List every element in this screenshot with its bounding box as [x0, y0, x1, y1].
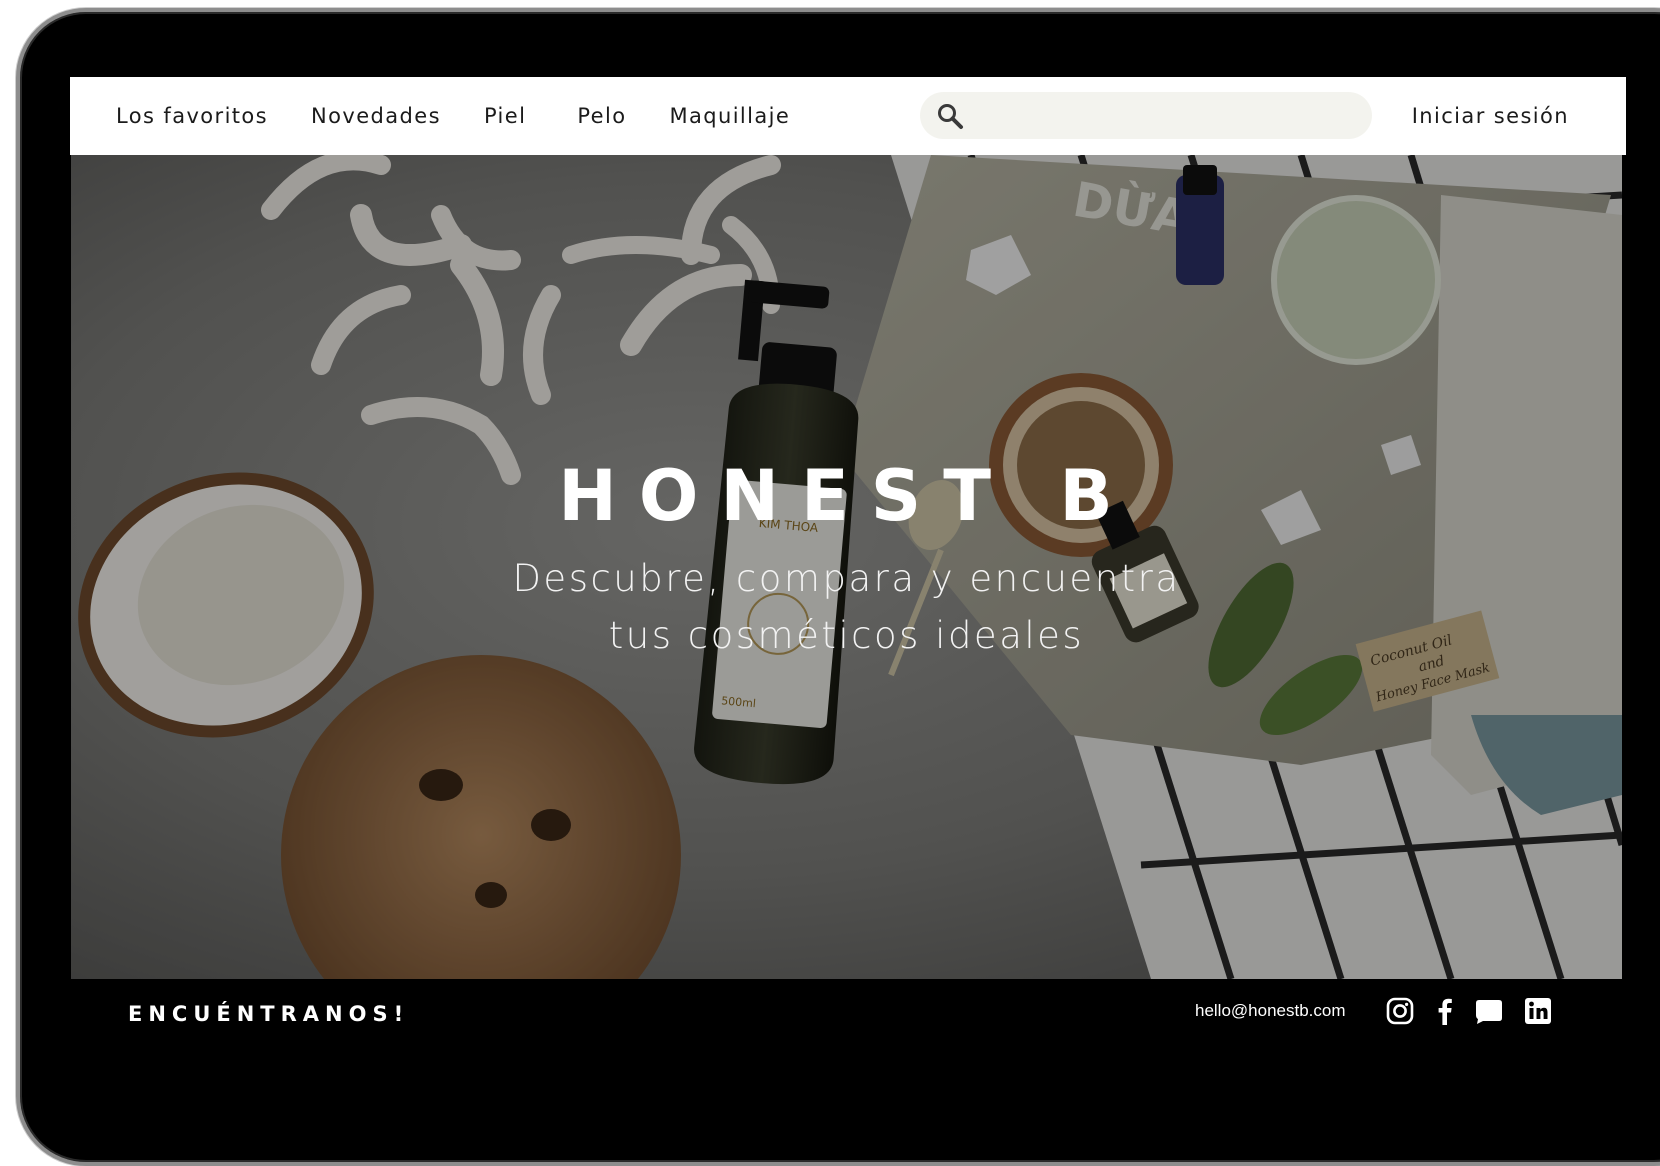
facebook-icon[interactable]	[1430, 996, 1460, 1026]
hero-subtitle-line-2: tus cosméticos ideales	[608, 614, 1085, 657]
nav-item-piel[interactable]: Piel	[484, 104, 526, 128]
hero-banner: DỪA Coconut Oil and Honey Face Mask KIM …	[71, 155, 1622, 979]
search-bar[interactable]	[920, 92, 1372, 141]
linkedin-icon[interactable]	[1523, 996, 1553, 1026]
hero-subtitle: Descubre, compara y encuentra tus cosmét…	[71, 550, 1622, 664]
login-link[interactable]: Iniciar sesión	[1412, 77, 1569, 155]
hero-title: HONEST B	[558, 455, 1135, 537]
nav-item-maquillaje[interactable]: Maquillaje	[669, 104, 790, 128]
contact-email[interactable]: hello@honestb.com	[1195, 1001, 1346, 1021]
find-us-link[interactable]: ENCUÉNTRANOS!	[128, 1002, 409, 1026]
message-icon[interactable]	[1474, 996, 1504, 1026]
nav-links: Los favoritos Novedades Piel Pelo Maquil…	[116, 77, 833, 155]
nav-item-favoritos[interactable]: Los favoritos	[116, 104, 268, 128]
search-input[interactable]	[976, 92, 1360, 141]
instagram-icon[interactable]	[1385, 996, 1415, 1026]
search-icon[interactable]	[936, 102, 964, 130]
nav-item-pelo[interactable]: Pelo	[577, 104, 626, 128]
top-navigation: Los favoritos Novedades Piel Pelo Maquil…	[70, 77, 1626, 155]
nav-item-novedades[interactable]: Novedades	[311, 104, 441, 128]
hero-subtitle-line-1: Descubre, compara y encuentra	[512, 557, 1181, 600]
